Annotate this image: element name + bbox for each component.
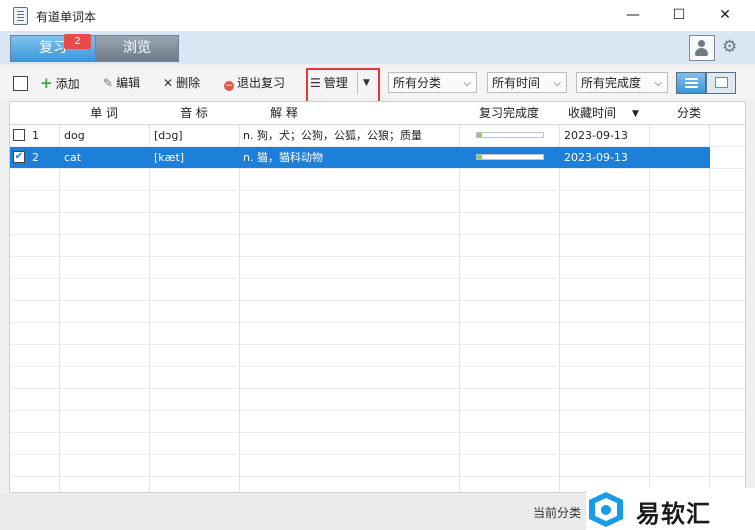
progress-fill — [477, 155, 483, 159]
title-bar: 有道单词本 — ☐ ✕ — [0, 0, 755, 32]
grid-row-line — [10, 388, 745, 389]
notebook-icon — [13, 7, 28, 25]
grid-row-line — [10, 212, 745, 213]
date-cell: 2023-09-13 — [564, 129, 628, 142]
brand-text: 易软汇 — [636, 500, 711, 528]
grid-row-line — [10, 168, 745, 169]
category-select[interactable]: 所有分类 ⌵ — [388, 72, 477, 93]
table-row[interactable]: 1 dog [dɔɡ] n. 狗，犬；公狗，公狐，公狼；质量 2023-09-1… — [10, 125, 710, 147]
grid-row-line — [10, 454, 745, 455]
chevron-down-icon: ⌵ — [553, 78, 561, 89]
table-header: 单 词 音 标 解 释 复习完成度 收藏时间 ▼ 分类 — [10, 102, 745, 125]
brand-logo-icon — [589, 492, 623, 527]
close-button[interactable]: ✕ — [702, 0, 748, 31]
grid-row-line — [10, 190, 745, 191]
column-header-meaning[interactable]: 解 释 — [239, 102, 329, 124]
user-account-button[interactable] — [689, 35, 715, 61]
column-header-progress[interactable]: 复习完成度 — [459, 102, 559, 124]
grid-row-line — [10, 432, 745, 433]
exit-review-button[interactable]: − 退出复习 — [224, 75, 285, 91]
progress-bar — [476, 132, 544, 138]
exit-icon: − — [224, 81, 234, 91]
chevron-down-icon: ⌵ — [654, 78, 662, 89]
maximize-button[interactable]: ☐ — [656, 0, 702, 31]
grid-row-line — [10, 476, 745, 477]
add-button[interactable]: + 添加 — [40, 75, 80, 91]
status-text: 当前分类 — [533, 506, 582, 520]
grid-row-line — [10, 344, 745, 345]
row-checkbox[interactable]: ✔ — [13, 151, 25, 163]
grid-row-line — [10, 278, 745, 279]
edit-button[interactable]: ✎ 编辑 — [103, 75, 140, 91]
grid-row-line — [10, 300, 745, 301]
card-icon — [715, 77, 728, 88]
word-cell: dog — [64, 129, 85, 142]
grid-row-line — [10, 146, 745, 147]
delete-icon: ✕ — [163, 76, 174, 90]
word-cell: cat — [64, 151, 82, 164]
meaning-cell: n. 狗，犬；公狗，公狐，公狼；质量 — [243, 129, 422, 142]
plus-icon: + — [40, 74, 53, 92]
review-count-badge: 2 — [64, 34, 91, 49]
grid-row-line — [10, 410, 745, 411]
delete-button[interactable]: ✕ 删除 — [163, 75, 200, 91]
sort-desc-icon[interactable]: ▼ — [632, 109, 639, 119]
grid-row-line — [10, 256, 745, 257]
meaning-cell: n. 猫，猫科动物 — [243, 151, 323, 164]
pencil-icon: ✎ — [103, 76, 114, 90]
phonetic-cell: [dɔɡ] — [154, 129, 183, 142]
select-all-checkbox[interactable] — [13, 76, 28, 91]
tab-bar: 复习 浏览 — [0, 32, 755, 64]
list-icon — [685, 78, 698, 80]
column-header-category[interactable]: 分类 — [649, 102, 729, 124]
chevron-down-icon: ⌵ — [463, 78, 471, 89]
row-index: 2 — [32, 151, 39, 164]
column-header-word[interactable]: 单 词 — [59, 102, 149, 124]
gear-icon[interactable]: ⚙ — [722, 37, 737, 57]
column-header-phonetic[interactable]: 音 标 — [149, 102, 239, 124]
progress-fill — [477, 133, 483, 137]
list-view-button[interactable] — [676, 72, 706, 94]
grid-row-line — [10, 366, 745, 367]
card-view-button[interactable] — [706, 72, 736, 94]
grid-row-line — [10, 234, 745, 235]
word-table: 单 词 音 标 解 释 复习完成度 收藏时间 ▼ 分类 1 dog [dɔɡ] … — [9, 101, 746, 493]
progress-bar — [476, 154, 544, 160]
column-header-date[interactable]: 收藏时间 — [559, 102, 625, 124]
brand-watermark: 易软汇 — [586, 488, 755, 530]
table-row[interactable]: ✔ 2 cat [kæt] n. 猫，猫科动物 2023-09-13 — [10, 147, 710, 169]
window-title: 有道单词本 — [36, 10, 97, 24]
grid-row-line — [10, 322, 745, 323]
user-icon — [698, 40, 705, 47]
completion-select[interactable]: 所有完成度 ⌵ — [576, 72, 668, 93]
row-index: 1 — [32, 129, 39, 142]
phonetic-cell: [kæt] — [154, 151, 185, 164]
tab-browse[interactable]: 浏览 — [95, 35, 179, 62]
minimize-button[interactable]: — — [610, 0, 656, 31]
time-select[interactable]: 所有时间 ⌵ — [487, 72, 567, 93]
date-cell: 2023-09-13 — [564, 151, 628, 164]
row-checkbox[interactable] — [13, 129, 25, 141]
